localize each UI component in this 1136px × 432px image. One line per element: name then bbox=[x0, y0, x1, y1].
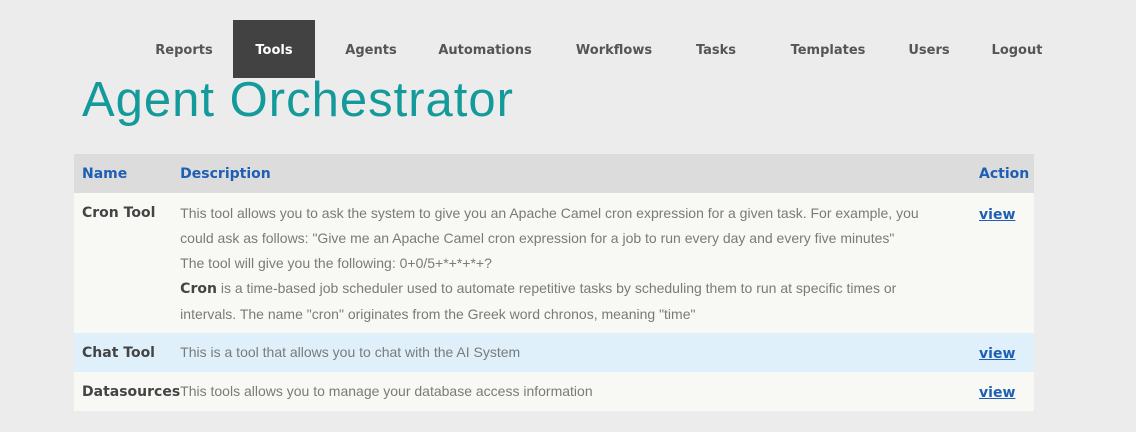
tool-description: This tool allows you to ask the system t… bbox=[180, 193, 972, 333]
column-header-description: Description bbox=[180, 154, 972, 193]
view-link-chat-tool[interactable]: view bbox=[979, 346, 1015, 362]
nav-item-users[interactable]: Users bbox=[908, 20, 949, 78]
nav-item-logout[interactable]: Logout bbox=[949, 20, 1085, 78]
nav-item-workflows[interactable]: Workflows bbox=[543, 20, 685, 78]
description-line: The tool will give you the following: 0+… bbox=[180, 255, 492, 271]
description-line: could ask as follows: "Give me an Apache… bbox=[180, 230, 895, 246]
table-row: Chat Tool This is a tool that allows you… bbox=[74, 333, 1034, 372]
table-row: Datasources This tools allows you to man… bbox=[74, 372, 1034, 411]
view-link-datasources[interactable]: view bbox=[979, 385, 1015, 401]
description-text: is a time-based job scheduler used to au… bbox=[216, 280, 897, 296]
description-line: This tool allows you to ask the system t… bbox=[180, 205, 919, 221]
tool-description: This tools allows you to manage your dat… bbox=[180, 372, 972, 411]
description-line: Cron is a time-based job scheduler used … bbox=[180, 276, 963, 302]
description-bold-term: Cron bbox=[180, 281, 217, 297]
column-header-name: Name bbox=[74, 154, 181, 193]
action-cell: view bbox=[971, 372, 1034, 411]
view-link-cron-tool[interactable]: view bbox=[979, 207, 1015, 223]
tool-description: This is a tool that allows you to chat w… bbox=[180, 333, 972, 372]
tools-table: Name Description Action Cron Tool This t… bbox=[74, 154, 1034, 411]
description-line: intervals. The name "cron" originates fr… bbox=[180, 306, 696, 322]
page-title: Agent Orchestrator bbox=[82, 73, 514, 127]
action-cell: view bbox=[971, 193, 1034, 333]
nav-item-templates[interactable]: Templates bbox=[747, 20, 909, 78]
tool-name: Chat Tool bbox=[74, 333, 181, 372]
table-header-row: Name Description Action bbox=[74, 154, 1034, 193]
table-row: Cron Tool This tool allows you to ask th… bbox=[74, 193, 1034, 333]
action-cell: view bbox=[971, 333, 1034, 372]
column-header-action: Action bbox=[971, 154, 1034, 193]
tool-name: Datasources bbox=[74, 372, 181, 411]
nav-item-tasks[interactable]: Tasks bbox=[685, 20, 747, 78]
tool-name: Cron Tool bbox=[74, 193, 181, 333]
